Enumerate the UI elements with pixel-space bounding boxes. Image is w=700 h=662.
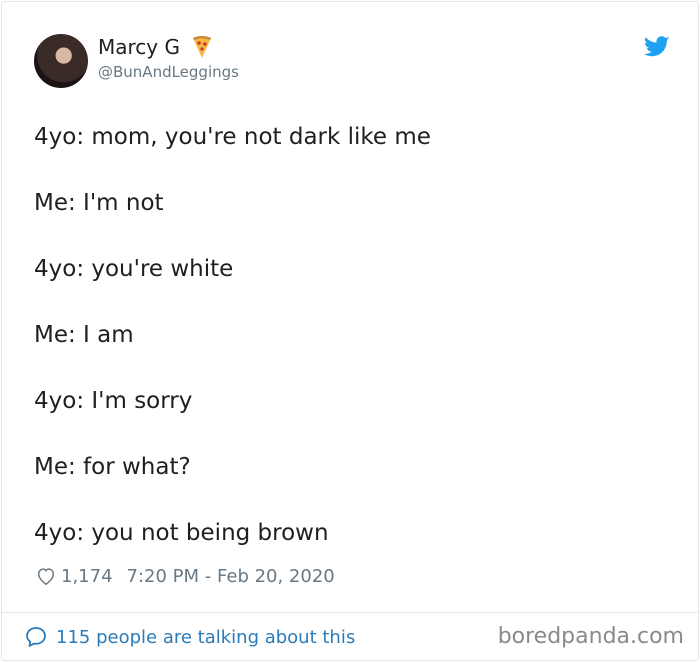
tweet-line: 4yo: you not being brown: [34, 520, 329, 546]
tweet-line: 4yo: mom, you're not dark like me: [34, 124, 431, 150]
author-name[interactable]: Marcy G: [98, 35, 180, 59]
pizza-icon: [192, 36, 211, 58]
author-handle[interactable]: @BunAndLeggings: [98, 63, 239, 81]
talking-label: 115 people are talking about this: [56, 626, 356, 648]
tweet-line: Me: I'm not: [34, 190, 164, 216]
talking-link[interactable]: 115 people are talking about this: [24, 625, 355, 649]
tweet-line: 4yo: I'm sorry: [34, 388, 193, 414]
heart-icon[interactable]: [35, 565, 57, 587]
avatar[interactable]: [34, 34, 88, 88]
tweet-timestamp[interactable]: 7:20 PM - Feb 20, 2020: [127, 566, 335, 587]
tweet-meta: 1,174 7:20 PM - Feb 20, 2020: [35, 565, 335, 587]
footer-divider: [1, 612, 699, 613]
like-count[interactable]: 1,174: [61, 566, 113, 587]
tweet-card: Marcy G @BunAndLeggings 4yo: mom, you're…: [1, 1, 699, 661]
tweet-line: Me: I am: [34, 322, 134, 348]
speech-bubble-icon: [26, 627, 46, 647]
watermark: boredpanda.com: [497, 624, 684, 649]
twitter-bird-icon[interactable]: [644, 36, 670, 58]
tweet-line: 4yo: you're white: [34, 256, 234, 282]
tweet-line: Me: for what?: [34, 454, 191, 480]
author-name-row: Marcy G: [98, 35, 214, 59]
